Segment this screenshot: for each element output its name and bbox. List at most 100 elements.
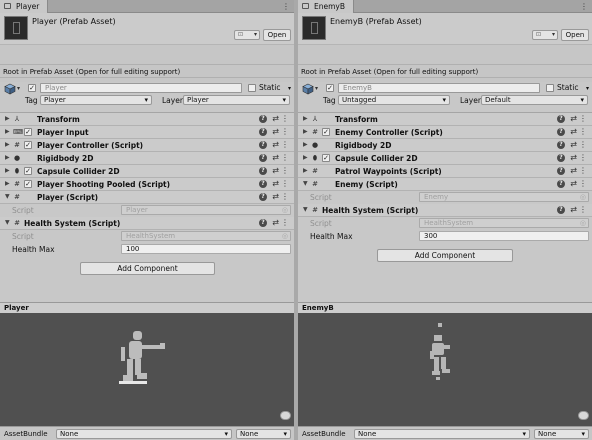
static-checkbox[interactable] [248, 84, 256, 92]
preset-icon[interactable]: ⇄ [272, 114, 279, 123]
tag-dropdown[interactable]: Untagged [338, 95, 450, 105]
component-header[interactable]: ▶ # ✓ Enemy Controller (Script)? ⇄ ⋮ [298, 126, 592, 139]
assetbundle-dropdown[interactable]: None [56, 429, 232, 439]
preview-area[interactable] [298, 313, 592, 426]
component-header[interactable]: ▼ # Health System (Script) ? ⇄ ⋮ [298, 204, 592, 217]
assetbundle-variant-dropdown[interactable]: None [534, 429, 589, 439]
preset-icon[interactable]: ⇄ [570, 153, 577, 162]
tag-dropdown[interactable]: Player [40, 95, 152, 105]
component-header[interactable]: ▶ ● Rigidbody 2D? ⇄ ⋮ [298, 139, 592, 152]
fold-arrow-icon[interactable]: ▶ [303, 167, 308, 174]
preset-icon[interactable]: ⇄ [272, 179, 279, 188]
health-max-field[interactable]: 100 [121, 244, 291, 254]
help-icon[interactable]: ? [259, 193, 267, 201]
help-icon[interactable]: ? [557, 128, 565, 136]
cube-dropdown-icon[interactable]: ▾ [17, 85, 20, 92]
fold-arrow-icon[interactable]: ▶ [303, 154, 308, 161]
component-header[interactable]: ▶ # Patrol Waypoints (Script)? ⇄ ⋮ [298, 165, 592, 178]
preset-icon[interactable]: ⇄ [272, 140, 279, 149]
component-enabled-checkbox[interactable]: ✓ [24, 167, 32, 175]
open-button[interactable]: Open [263, 29, 291, 41]
help-icon[interactable]: ? [557, 154, 565, 162]
component-header[interactable]: ▼ # Player (Script)? ⇄ ⋮ [0, 191, 294, 204]
component-menu-icon[interactable]: ⋮ [579, 153, 587, 162]
component-menu-icon[interactable]: ⋮ [281, 179, 289, 188]
component-menu-icon[interactable]: ⋮ [281, 218, 289, 227]
assetbundle-variant-dropdown[interactable]: None [236, 429, 291, 439]
add-component-button[interactable]: Add Component [80, 262, 215, 275]
help-icon[interactable]: ? [259, 141, 267, 149]
component-header[interactable]: ▶ ⬮ ✓ Capsule Collider 2D? ⇄ ⋮ [0, 165, 294, 178]
help-icon[interactable]: ? [259, 128, 267, 136]
preset-icon[interactable]: ⇄ [570, 127, 577, 136]
preset-icon[interactable]: ⇄ [272, 153, 279, 162]
component-menu-icon[interactable]: ⋮ [579, 140, 587, 149]
fold-arrow-icon[interactable]: ▶ [303, 128, 308, 135]
preset-icon[interactable]: ⇄ [570, 114, 577, 123]
component-enabled-checkbox[interactable]: ✓ [24, 128, 32, 136]
component-header[interactable]: ▶ ⅄ Transform? ⇄ ⋮ [298, 113, 592, 126]
component-menu-icon[interactable]: ⋮ [579, 166, 587, 175]
static-dropdown-icon[interactable]: ▾ [586, 85, 589, 92]
header-select[interactable]: ⊡ [234, 30, 260, 40]
fold-arrow-icon[interactable]: ▼ [5, 193, 10, 200]
static-dropdown-icon[interactable]: ▾ [288, 85, 291, 92]
component-header[interactable]: ▼ # Enemy (Script)? ⇄ ⋮ [298, 178, 592, 191]
help-icon[interactable]: ? [259, 115, 267, 123]
component-menu-icon[interactable]: ⋮ [579, 205, 587, 214]
fold-arrow-icon[interactable]: ▶ [5, 128, 10, 135]
preview-toggle-icon[interactable] [280, 411, 291, 420]
component-header[interactable]: ▶ # ✓ Player Controller (Script)? ⇄ ⋮ [0, 139, 294, 152]
help-icon[interactable]: ? [259, 167, 267, 175]
preset-icon[interactable]: ⇄ [570, 179, 577, 188]
fold-arrow-icon[interactable]: ▶ [303, 115, 308, 122]
help-icon[interactable]: ? [557, 167, 565, 175]
component-menu-icon[interactable]: ⋮ [579, 114, 587, 123]
cube-dropdown-icon[interactable]: ▾ [315, 85, 318, 92]
preset-icon[interactable]: ⇄ [570, 166, 577, 175]
layer-dropdown[interactable]: Default [481, 95, 588, 105]
tab-inspector[interactable]: Player [0, 0, 49, 13]
preset-icon[interactable]: ⇄ [272, 127, 279, 136]
fold-arrow-icon[interactable]: ▶ [5, 167, 10, 174]
header-select[interactable]: ⊡ [532, 30, 558, 40]
fold-arrow-icon[interactable]: ▶ [5, 141, 10, 148]
tab-inspector[interactable]: EnemyB [298, 0, 354, 13]
add-component-button[interactable]: Add Component [377, 249, 513, 262]
gameobject-name-field[interactable]: EnemyB [338, 83, 540, 93]
health-max-field[interactable]: 300 [419, 231, 589, 241]
tab-menu-icon[interactable]: ⋮ [282, 2, 290, 11]
component-enabled-checkbox[interactable]: ✓ [322, 128, 330, 136]
component-header[interactable]: ▶ ⬮ ✓ Capsule Collider 2D? ⇄ ⋮ [298, 152, 592, 165]
help-icon[interactable]: ? [557, 115, 565, 123]
component-menu-icon[interactable]: ⋮ [281, 153, 289, 162]
help-icon[interactable]: ? [259, 219, 267, 227]
component-menu-icon[interactable]: ⋮ [281, 140, 289, 149]
component-menu-icon[interactable]: ⋮ [579, 179, 587, 188]
preset-icon[interactable]: ⇄ [272, 166, 279, 175]
component-menu-icon[interactable]: ⋮ [281, 192, 289, 201]
fold-arrow-icon[interactable]: ▼ [303, 206, 308, 213]
static-checkbox[interactable] [546, 84, 554, 92]
preset-icon[interactable]: ⇄ [272, 218, 279, 227]
component-enabled-checkbox[interactable]: ✓ [322, 154, 330, 162]
help-icon[interactable]: ? [557, 206, 565, 214]
fold-arrow-icon[interactable]: ▶ [303, 141, 308, 148]
help-icon[interactable]: ? [557, 180, 565, 188]
assetbundle-dropdown[interactable]: None [354, 429, 530, 439]
component-header[interactable]: ▶ ⌨ ✓ Player Input? ⇄ ⋮ [0, 126, 294, 139]
open-button[interactable]: Open [561, 29, 589, 41]
component-header[interactable]: ▶ # ✓ Player Shooting Pooled (Script)? ⇄ ⋮ [0, 178, 294, 191]
help-icon[interactable]: ? [259, 180, 267, 188]
gameobject-name-field[interactable]: Player [40, 83, 242, 93]
component-enabled-checkbox[interactable]: ✓ [24, 180, 32, 188]
tab-menu-icon[interactable]: ⋮ [580, 2, 588, 11]
component-header[interactable]: ▶ ● Rigidbody 2D? ⇄ ⋮ [0, 152, 294, 165]
preview-area[interactable] [0, 313, 294, 426]
fold-arrow-icon[interactable]: ▶ [5, 180, 10, 187]
preset-icon[interactable]: ⇄ [272, 192, 279, 201]
help-icon[interactable]: ? [557, 141, 565, 149]
component-menu-icon[interactable]: ⋮ [579, 127, 587, 136]
fold-arrow-icon[interactable]: ▼ [303, 180, 308, 187]
component-menu-icon[interactable]: ⋮ [281, 127, 289, 136]
